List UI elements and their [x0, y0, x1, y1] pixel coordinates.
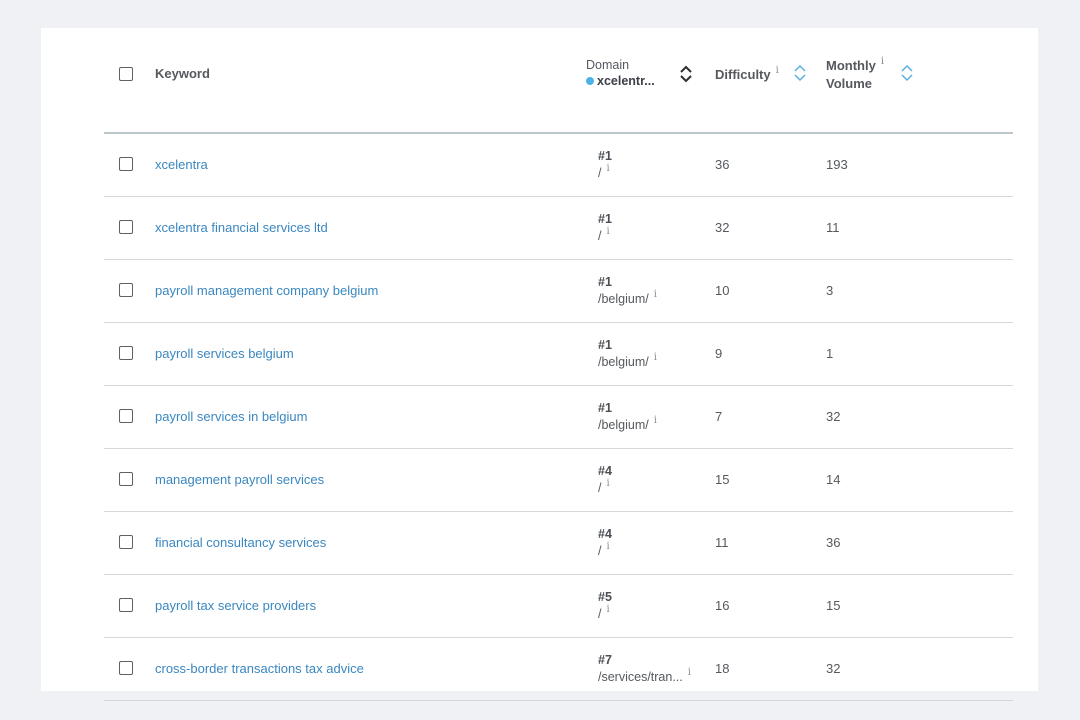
row-checkbox[interactable]	[119, 346, 133, 360]
difficulty-value: 9	[715, 346, 723, 361]
domain-selector[interactable]: xcelentr...	[586, 73, 655, 89]
rank-value: #7	[598, 653, 612, 667]
domain-label: Domain	[586, 58, 630, 72]
row-checkbox[interactable]	[119, 220, 133, 234]
table-row: payroll services in belgium #1/belgium/i…	[104, 386, 1013, 449]
url-info-icon[interactable]: i	[688, 667, 691, 678]
ranking-url: /belgium/	[598, 418, 649, 432]
domain-column-header[interactable]: Domain xcelentr...	[586, 57, 655, 89]
position-cell: #4/i	[598, 463, 612, 498]
row-checkbox[interactable]	[119, 283, 133, 297]
table-row: financial consultancy services #4/i 11 3…	[104, 512, 1013, 575]
url-info-icon[interactable]: i	[606, 163, 609, 174]
volume-label-line1: Monthly	[826, 58, 876, 73]
table-row: xcelentra #1/i 36 193	[104, 134, 1013, 197]
volume-value: 32	[826, 409, 841, 424]
ranking-url: /	[598, 229, 602, 243]
row-checkbox[interactable]	[119, 598, 133, 612]
position-cell: #1/belgium/i	[598, 274, 657, 309]
ranking-url: /	[598, 166, 602, 180]
domain-color-dot	[586, 77, 594, 85]
ranking-url: /services/tran...	[598, 670, 683, 684]
volume-value: 15	[826, 598, 841, 613]
difficulty-value: 32	[715, 220, 730, 235]
rank-value: #1	[598, 275, 612, 289]
table-row: payroll tax service providers #5/i 16 15	[104, 575, 1013, 638]
table-row: management payroll services #4/i 15 14	[104, 449, 1013, 512]
domain-sort-icon[interactable]	[679, 64, 693, 84]
difficulty-value: 7	[715, 409, 723, 424]
url-info-icon[interactable]: i	[606, 478, 609, 489]
table-row: payroll services belgium #1/belgium/i 9 …	[104, 323, 1013, 386]
table-row: xcelentra financial services ltd #1/i 32…	[104, 197, 1013, 260]
keyword-link[interactable]: payroll management company belgium	[155, 283, 378, 298]
difficulty-value: 18	[715, 661, 730, 676]
keyword-link[interactable]: payroll services belgium	[155, 346, 294, 361]
rank-value: #1	[598, 338, 612, 352]
url-info-icon[interactable]: i	[606, 541, 609, 552]
row-checkbox[interactable]	[119, 409, 133, 423]
difficulty-value: 16	[715, 598, 730, 613]
url-info-icon[interactable]: i	[654, 352, 657, 363]
position-cell: #1/i	[598, 148, 612, 183]
difficulty-value: 15	[715, 472, 730, 487]
position-cell: #5/i	[598, 589, 612, 624]
keyword-link[interactable]: xcelentra financial services ltd	[155, 220, 328, 235]
ranking-url: /belgium/	[598, 292, 649, 306]
difficulty-column-header[interactable]: Difficulty i	[715, 65, 779, 82]
keyword-link[interactable]: financial consultancy services	[155, 535, 326, 550]
url-info-icon[interactable]: i	[606, 604, 609, 615]
row-checkbox[interactable]	[119, 661, 133, 675]
volume-column-header[interactable]: Monthly i Volume	[826, 56, 884, 92]
ranking-url: /	[598, 481, 602, 495]
url-info-icon[interactable]: i	[654, 415, 657, 426]
rank-value: #1	[598, 401, 612, 415]
difficulty-label: Difficulty	[715, 67, 771, 82]
difficulty-value: 36	[715, 157, 730, 172]
volume-value: 11	[826, 220, 840, 235]
ranking-url: /	[598, 544, 602, 558]
difficulty-value: 10	[715, 283, 730, 298]
keyword-link[interactable]: management payroll services	[155, 472, 324, 487]
volume-sort-icon[interactable]	[900, 63, 914, 83]
domain-value: xcelentr...	[597, 74, 655, 88]
difficulty-info-icon[interactable]: i	[776, 65, 779, 76]
keyword-link[interactable]: payroll tax service providers	[155, 598, 316, 613]
keyword-link[interactable]: xcelentra	[155, 157, 208, 172]
position-cell: #1/i	[598, 211, 612, 246]
select-all-checkbox[interactable]	[119, 67, 133, 81]
url-info-icon[interactable]: i	[654, 289, 657, 300]
volume-value: 193	[826, 157, 848, 172]
position-cell: #7/services/tran... i	[598, 652, 691, 687]
table-header: Keyword Domain xcelentr... Difficulty i M…	[104, 28, 1013, 134]
volume-info-icon[interactable]: i	[881, 56, 884, 67]
keywords-table: Keyword Domain xcelentr... Difficulty i M…	[104, 28, 1013, 701]
table-row: cross-border transactions tax advice #7/…	[104, 638, 1013, 701]
row-checkbox[interactable]	[119, 472, 133, 486]
volume-value: 3	[826, 283, 834, 298]
ranking-url: /	[598, 607, 602, 621]
keyword-column-header[interactable]: Keyword	[155, 66, 210, 81]
volume-label-line2: Volume	[826, 76, 872, 91]
difficulty-value: 11	[715, 535, 729, 550]
difficulty-sort-icon[interactable]	[793, 63, 807, 83]
keyword-link[interactable]: payroll services in belgium	[155, 409, 307, 424]
volume-value: 1	[826, 346, 834, 361]
keyword-link[interactable]: cross-border transactions tax advice	[155, 661, 364, 676]
row-checkbox[interactable]	[119, 535, 133, 549]
table-body: xcelentra #1/i 36 193 xcelentra financia…	[104, 134, 1013, 701]
table-row: payroll management company belgium #1/be…	[104, 260, 1013, 323]
position-cell: #1/belgium/i	[598, 337, 657, 372]
volume-value: 14	[826, 472, 841, 487]
volume-value: 36	[826, 535, 841, 550]
position-cell: #1/belgium/i	[598, 400, 657, 435]
volume-value: 32	[826, 661, 841, 676]
row-checkbox[interactable]	[119, 157, 133, 171]
ranking-url: /belgium/	[598, 355, 649, 369]
url-info-icon[interactable]: i	[606, 226, 609, 237]
position-cell: #4/i	[598, 526, 612, 561]
keywords-panel: Keyword Domain xcelentr... Difficulty i M…	[41, 28, 1038, 701]
